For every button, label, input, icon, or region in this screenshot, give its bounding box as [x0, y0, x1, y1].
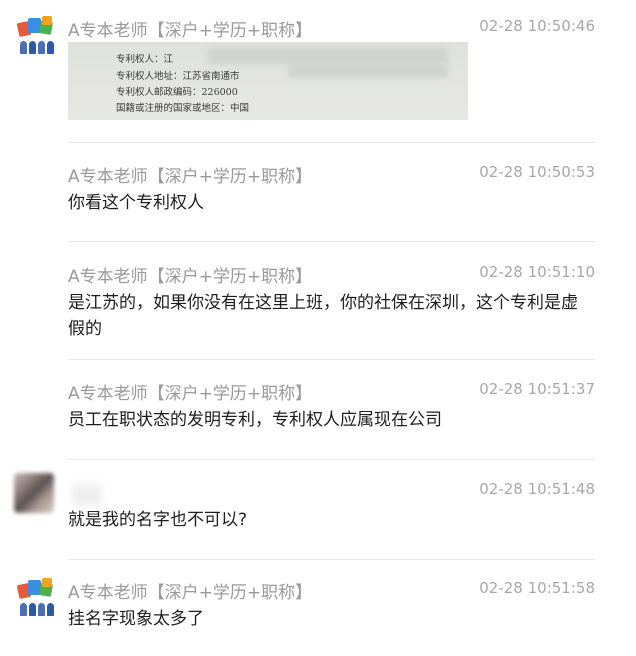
message-time: 02-28 10:51:48 [479, 480, 595, 498]
patent-image[interactable]: 专利权人：江 专利权人地址：江苏省南通市 专利权人邮政编码：226000 国籍或… [68, 42, 468, 120]
sender-name: A专本老师【深户+学历+职称】 [68, 21, 313, 41]
sender-name: A专本老师【深户+学历+职称】 [68, 583, 313, 603]
message-time: 02-28 10:51:37 [479, 380, 595, 398]
message-time: 02-28 10:50:53 [479, 163, 595, 181]
patent-line: 国籍或注册的国家或地区：中国 [116, 103, 250, 114]
redaction [208, 48, 448, 64]
patent-line: 专利权人：江 [116, 54, 174, 65]
divider [68, 241, 595, 242]
divider [68, 359, 595, 360]
patent-line: 专利权人邮政编码：226000 [116, 87, 238, 98]
message-text: 挂名字现象太多了 [68, 609, 204, 629]
redacted-name [72, 484, 102, 506]
sender-name: A专本老师【深户+学历+职称】 [68, 384, 313, 404]
sender-avatar[interactable] [16, 578, 56, 618]
message-text: 员工在职状态的发明专利，专利权人应属现在公司 [68, 410, 442, 430]
message-time: 02-28 10:50:46 [479, 17, 595, 35]
divider [68, 142, 595, 143]
message-text: 就是我的名字也不可以? [68, 510, 248, 530]
message-time: 02-28 10:51:58 [479, 579, 595, 597]
sender-name: A专本老师【深户+学历+职称】 [68, 267, 313, 287]
sender-avatar[interactable] [16, 16, 56, 56]
logo-block-icon [42, 16, 52, 25]
redaction [288, 64, 448, 78]
user-avatar[interactable] [14, 473, 54, 513]
sender-name: A专本老师【深户+学历+职称】 [68, 167, 313, 187]
message-text: 是江苏的，如果你没有在这里上班，你的社保在深圳，这个专利是虚假的 [68, 293, 578, 339]
patent-line: 专利权人地址：江苏省南通市 [116, 71, 240, 82]
message-time: 02-28 10:51:10 [479, 263, 595, 281]
divider [68, 459, 595, 460]
people-icon [18, 600, 54, 616]
logo-block-icon [42, 578, 52, 587]
people-icon [18, 38, 54, 54]
divider [68, 559, 595, 560]
message-text: 你看这个专利权人 [68, 193, 204, 213]
